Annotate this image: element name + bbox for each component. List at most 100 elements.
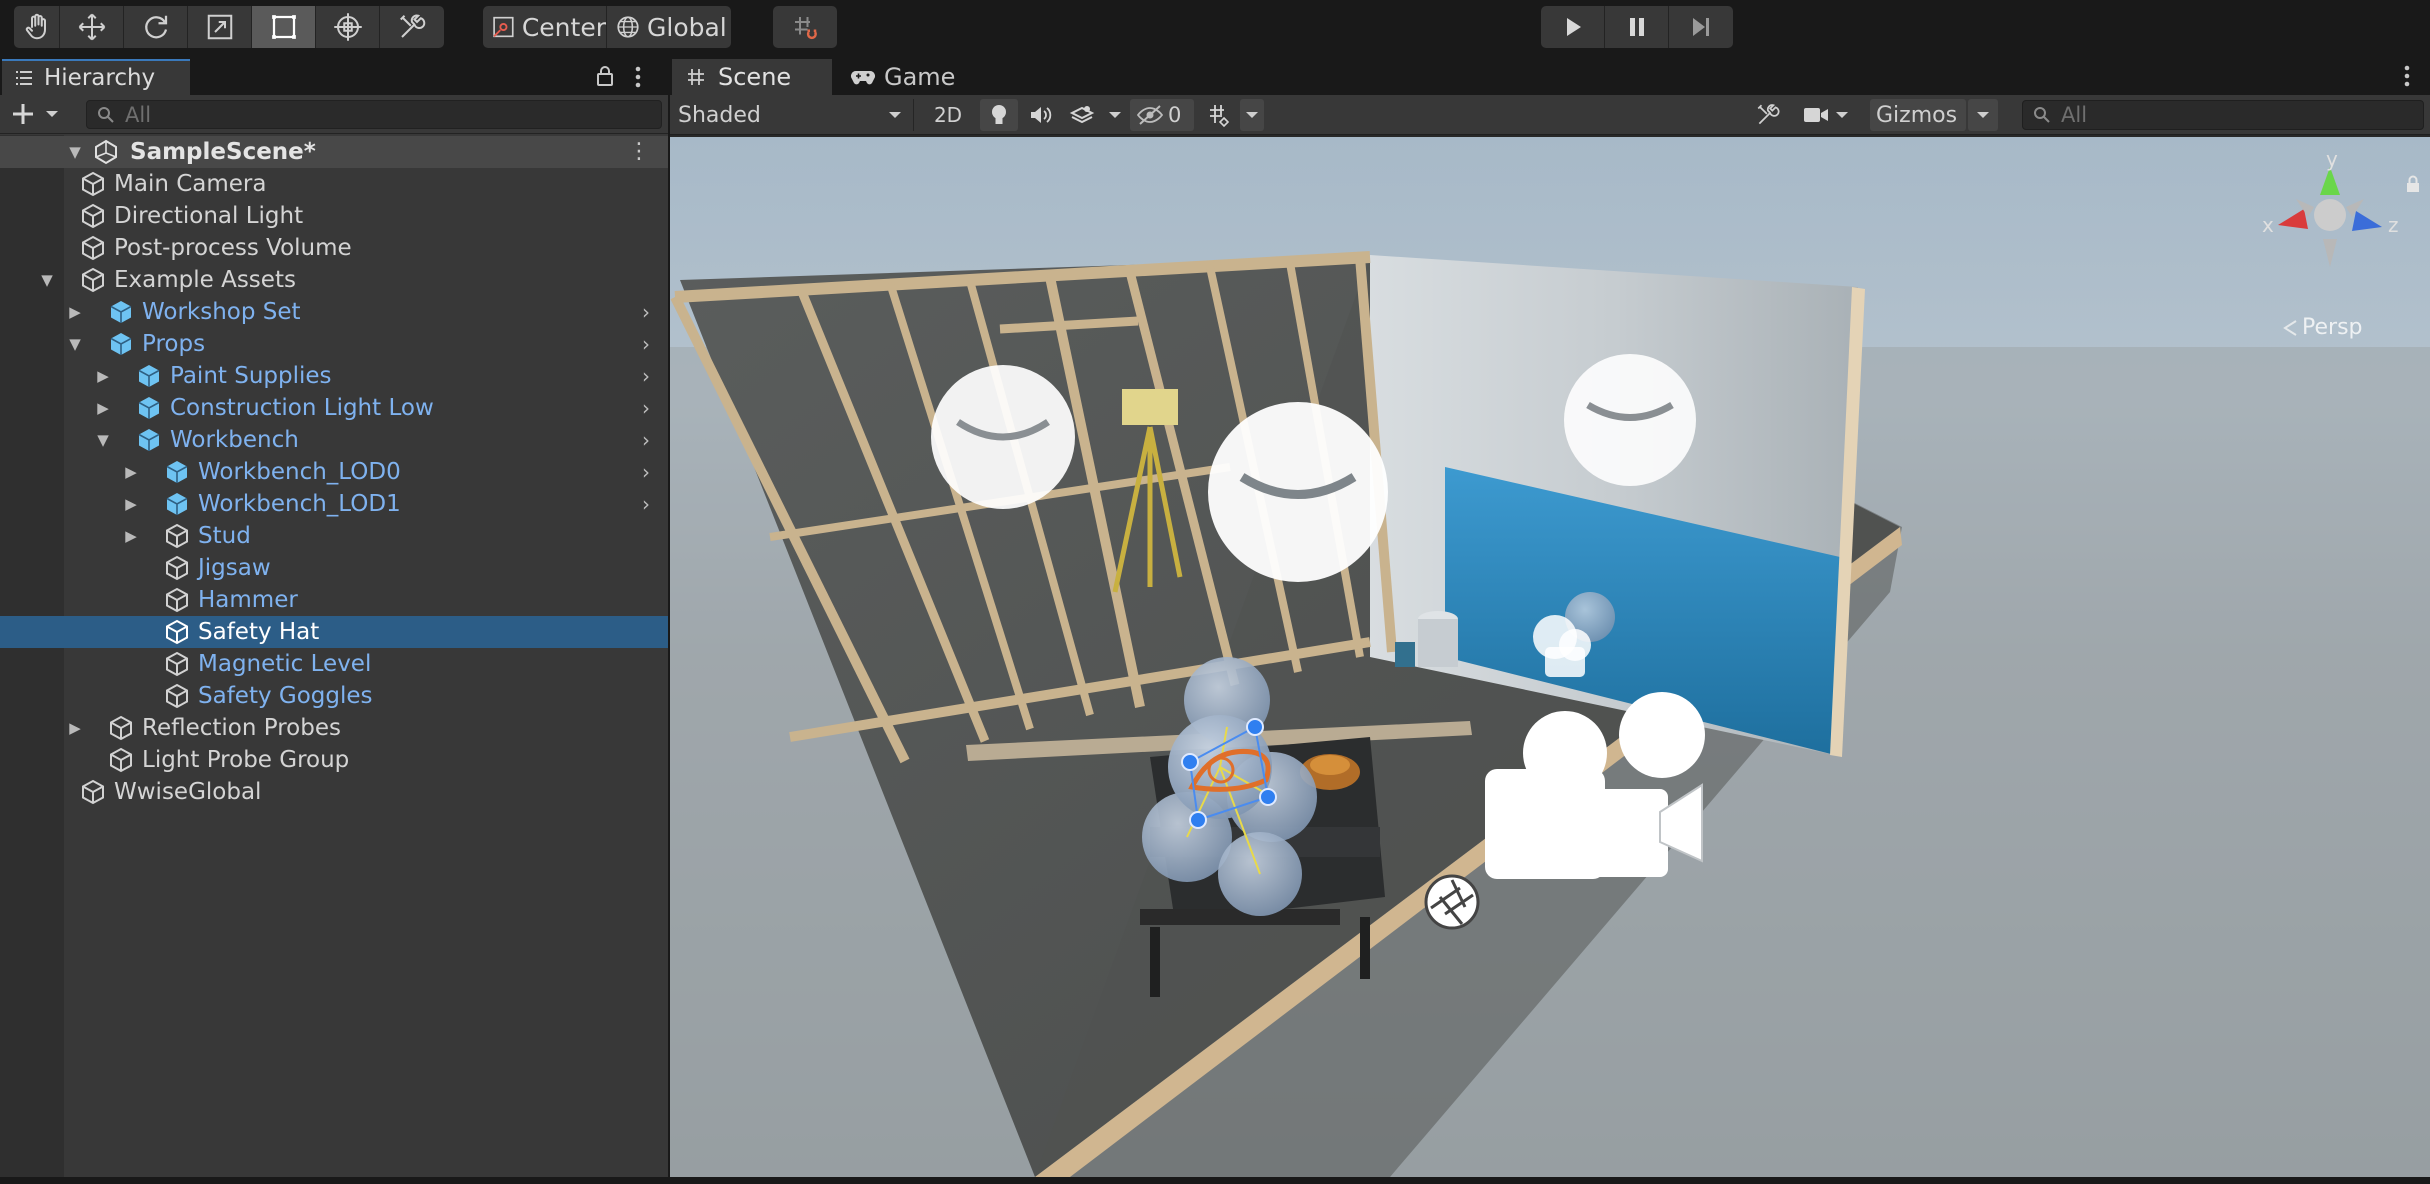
pause-button[interactable] xyxy=(1605,6,1669,48)
effects-layers-icon xyxy=(1069,106,1095,124)
hierarchy-row-label: Hammer xyxy=(198,587,298,613)
hierarchy-row-magnetic-level[interactable]: Magnetic Level xyxy=(0,648,668,680)
chevron-right-icon[interactable]: › xyxy=(642,366,662,386)
hierarchy-row-workbench[interactable]: ▼ Workbench › xyxy=(0,424,668,456)
audio-toggle[interactable] xyxy=(1022,99,1060,131)
expand-arrow-icon[interactable]: ▶ xyxy=(66,719,84,737)
hierarchy-row-reflection-probes[interactable]: ▶ Reflection Probes xyxy=(0,712,668,744)
scene-name: SampleScene* xyxy=(130,139,316,165)
chevron-right-icon[interactable]: › xyxy=(642,302,662,322)
hierarchy-row-post-process-volume[interactable]: Post-process Volume xyxy=(0,232,668,264)
tab-scene[interactable]: Scene xyxy=(672,59,832,95)
globe-icon xyxy=(617,16,639,38)
create-dropdown-button[interactable] xyxy=(10,100,68,128)
hierarchy-row-workshop-set[interactable]: ▶ Workshop Set › xyxy=(0,296,668,328)
kebab-menu-icon[interactable] xyxy=(634,65,642,89)
scene-kebab-icon[interactable]: ⋮ xyxy=(628,139,650,164)
tab-game[interactable]: Game xyxy=(836,59,956,95)
transform-tool-button[interactable] xyxy=(316,6,380,48)
effects-toggle[interactable] xyxy=(1062,99,1102,131)
expand-arrow-icon[interactable]: ▶ xyxy=(122,527,140,545)
expand-arrow-icon[interactable]: ▶ xyxy=(66,303,84,321)
chevron-right-icon[interactable]: › xyxy=(642,398,662,418)
chevron-right-icon[interactable]: › xyxy=(642,334,662,354)
chevron-right-icon[interactable]: › xyxy=(642,430,662,450)
lighting-toggle[interactable] xyxy=(980,99,1018,131)
hierarchy-row-main-camera[interactable]: Main Camera xyxy=(0,168,668,200)
hierarchy-row-wwiseglobal[interactable]: WwiseGlobal xyxy=(0,776,668,808)
pivot-mode-button[interactable]: Center xyxy=(483,6,607,48)
toggle-2d-button[interactable]: 2D xyxy=(926,99,970,131)
panel-kebab-icon[interactable] xyxy=(2403,64,2411,88)
hierarchy-row-props[interactable]: ▼ Props › xyxy=(0,328,668,360)
expand-arrow-icon[interactable]: ▶ xyxy=(94,399,112,417)
chevron-right-icon[interactable]: › xyxy=(642,494,662,514)
expand-arrow-icon[interactable]: ▶ xyxy=(122,463,140,481)
shading-mode-dropdown[interactable]: Shaded xyxy=(670,99,914,131)
grid-snap-icon xyxy=(795,17,817,40)
orientation-gizmo[interactable]: y x z xyxy=(2260,147,2419,287)
grid-hash-icon xyxy=(688,69,704,85)
hierarchy-search-input[interactable]: All xyxy=(86,100,662,129)
gizmos-button[interactable]: Gizmos xyxy=(1870,99,1966,131)
collapse-arrow-icon[interactable]: ▼ xyxy=(66,335,84,353)
lock-icon[interactable] xyxy=(596,65,614,87)
hierarchy-row-safety-hat[interactable]: Safety Hat xyxy=(0,616,668,648)
collapse-arrow-icon[interactable]: ▼ xyxy=(38,271,56,289)
hidden-count: 0 xyxy=(1168,103,1182,127)
hierarchy-row-paint-supplies[interactable]: ▶ Paint Supplies › xyxy=(0,360,668,392)
search-icon xyxy=(2034,107,2050,123)
hierarchy-row-hammer[interactable]: Hammer xyxy=(0,584,668,616)
hierarchy-row-construction-light-low[interactable]: ▶ Construction Light Low › xyxy=(0,392,668,424)
grid-snap-button[interactable] xyxy=(773,6,837,48)
projection-toggle[interactable]: Persp xyxy=(2282,315,2363,340)
hierarchy-row-label: Safety Hat xyxy=(198,619,320,645)
scene-search-input[interactable]: All xyxy=(2022,100,2424,130)
gameobject-cube-icon xyxy=(82,267,104,293)
hand-icon xyxy=(25,13,46,40)
tools-icon xyxy=(400,14,426,38)
hierarchy-row-label: WwiseGlobal xyxy=(114,779,262,805)
expand-arrow-icon[interactable]: ▶ xyxy=(122,495,140,513)
space-mode-button[interactable]: Global xyxy=(607,6,731,48)
chevron-right-icon[interactable]: › xyxy=(642,462,662,482)
collapse-arrow-icon[interactable]: ▼ xyxy=(66,143,84,161)
hand-tool-button[interactable] xyxy=(14,6,60,48)
hierarchy-row-light-probe-group[interactable]: Light Probe Group xyxy=(0,744,668,776)
hierarchy-row-workbench-lod0[interactable]: ▶ Workbench_LOD0 › xyxy=(0,456,668,488)
hierarchy-row-jigsaw[interactable]: Jigsaw xyxy=(0,552,668,584)
rotate-tool-button[interactable] xyxy=(124,6,188,48)
scene-viewport[interactable]: y x z Persp xyxy=(670,137,2430,1177)
gizmos-dropdown[interactable] xyxy=(1968,99,1998,131)
camera-settings-button[interactable] xyxy=(1798,99,1854,131)
collapse-arrow-icon[interactable]: ▼ xyxy=(94,431,112,449)
scene-render[interactable] xyxy=(670,137,2430,1177)
hierarchy-row-label: Workshop Set xyxy=(142,299,301,325)
hierarchy-row-label: Props xyxy=(142,331,206,357)
hierarchy-row-stud[interactable]: ▶ Stud xyxy=(0,520,668,552)
play-button[interactable] xyxy=(1541,6,1605,48)
effects-dropdown[interactable] xyxy=(1104,99,1126,131)
scale-tool-button[interactable] xyxy=(188,6,252,48)
hierarchy-row-label: Directional Light xyxy=(114,203,304,229)
hierarchy-row-safety-goggles[interactable]: Safety Goggles xyxy=(0,680,668,712)
hierarchy-row-example-assets[interactable]: ▼ Example Assets xyxy=(0,264,668,296)
grid-toggle[interactable] xyxy=(1200,99,1238,131)
step-button[interactable] xyxy=(1669,6,1733,48)
scene-root-row[interactable]: ▼ SampleScene* ⋮ xyxy=(0,136,668,168)
expand-arrow-icon[interactable]: ▶ xyxy=(94,367,112,385)
lock-icon[interactable] xyxy=(2406,175,2420,193)
tab-hierarchy[interactable]: Hierarchy xyxy=(2,59,190,95)
hierarchy-row-directional-light[interactable]: Directional Light xyxy=(0,200,668,232)
hierarchy-search-placeholder: All xyxy=(125,102,152,127)
grid-dropdown[interactable] xyxy=(1240,99,1264,131)
hierarchy-row-workbench-lod1[interactable]: ▶ Workbench_LOD1 › xyxy=(0,488,668,520)
transform-tools xyxy=(14,6,444,48)
pivot-center-icon xyxy=(493,16,514,38)
scene-tools-button[interactable] xyxy=(1748,99,1788,131)
custom-tools-button[interactable] xyxy=(380,6,444,48)
move-tool-button[interactable] xyxy=(60,6,124,48)
rect-tool-button[interactable] xyxy=(252,6,316,48)
gameobject-cube-icon xyxy=(166,619,188,645)
hidden-objects-toggle[interactable]: 0 xyxy=(1130,99,1194,131)
